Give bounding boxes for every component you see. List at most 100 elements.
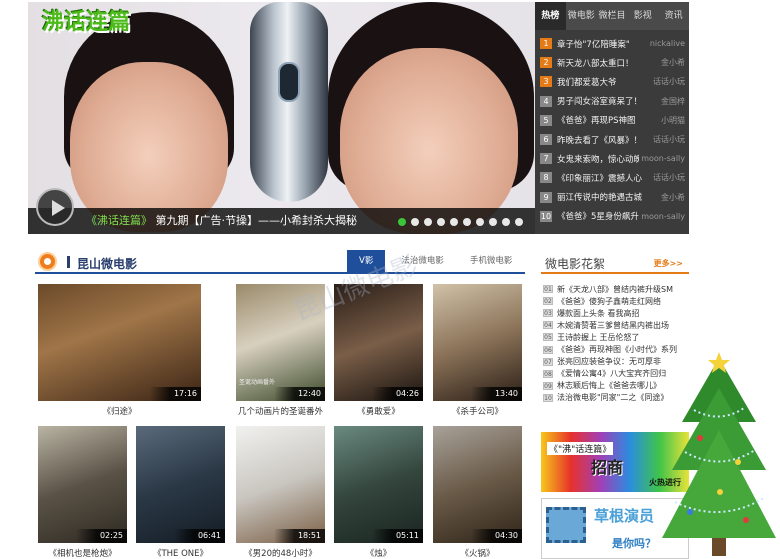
- behind-scenes-title: 法治微电影"同家"二之《同途》: [557, 393, 669, 403]
- video-thumbnail[interactable]: 18:51: [236, 426, 325, 543]
- hot-item-user: moon-sally: [641, 211, 685, 221]
- behind-scenes-item[interactable]: 10 法治微电影"同家"二之《同途》: [543, 392, 693, 404]
- video-thumbnail[interactable]: 05:11: [334, 426, 423, 543]
- video-duration: 18:51: [273, 529, 325, 543]
- side-header: 微电影花絮 更多>>: [541, 250, 689, 274]
- video-title[interactable]: 《烛》: [334, 547, 423, 559]
- slide-dot[interactable]: [463, 218, 471, 226]
- ad-banner-actor[interactable]: 草根演员 是你吗？: [541, 498, 689, 559]
- behind-scenes-item[interactable]: 08 《爱情公寓4》八大宝宾齐回归: [543, 368, 693, 380]
- video-title[interactable]: 《火锅》: [433, 547, 522, 559]
- hot-list-item[interactable]: 3 我们都爱葛大爷 话话小玩: [540, 72, 685, 91]
- hot-list-item[interactable]: 5 《爸爸》再现PS神图 小明猫: [540, 111, 685, 130]
- rank-badge: 7: [540, 153, 552, 165]
- video-card[interactable]: 06:41 《THE ONE》: [136, 426, 225, 559]
- slide-dot[interactable]: [489, 218, 497, 226]
- video-thumbnail[interactable]: 06:41: [136, 426, 225, 543]
- video-duration: 06:41: [173, 529, 225, 543]
- video-card[interactable]: 02:25 《相机也是枪炮》: [38, 426, 127, 559]
- behind-scenes-title: 木婉清赞著三爹曾结黑内裤出场: [557, 320, 669, 330]
- slide-dot[interactable]: [411, 218, 419, 226]
- hot-list-item[interactable]: 9 丽江传说中的艳遇古城 金小希: [540, 188, 685, 207]
- video-title[interactable]: 《THE ONE》: [136, 547, 225, 559]
- video-thumbnail[interactable]: 04:30: [433, 426, 522, 543]
- behind-scenes-item[interactable]: 03 爆款面上头条 看我高招: [543, 307, 693, 319]
- slide-dot[interactable]: [437, 218, 445, 226]
- more-link[interactable]: 更多>>: [654, 258, 683, 269]
- hot-item-user: 小明猫: [661, 115, 685, 125]
- item-number-badge: 08: [543, 369, 553, 378]
- slide-dot[interactable]: [450, 218, 458, 226]
- ad-banner-recruit[interactable]: 《"沸"话连篇》 招商 火热进行: [541, 432, 689, 492]
- video-title[interactable]: 几个动画片的圣诞番外: [236, 405, 325, 417]
- item-number-badge: 09: [543, 381, 553, 390]
- behind-scenes-item[interactable]: 01 新《天龙八部》曾结内裤升级SM: [543, 283, 693, 295]
- video-thumbnail[interactable]: 13:40: [433, 284, 522, 401]
- item-number-badge: 01: [543, 285, 553, 294]
- video-card[interactable]: 18:51 《男20的48小时》: [236, 426, 325, 559]
- tab-news[interactable]: 资讯: [658, 2, 689, 30]
- video-card[interactable]: 05:11 《烛》: [334, 426, 423, 559]
- play-icon[interactable]: [36, 188, 74, 226]
- item-number-badge: 03: [543, 309, 553, 318]
- behind-scenes-list: 01 新《天龙八部》曾结内裤升级SM 02 《爸爸》傻狗子鑫萌走红网络 03 爆款面上头条…: [543, 283, 693, 404]
- hot-item-title: 章子怡"7亿陪睡案": [557, 39, 630, 50]
- ad-banner-actor-title: 草根演员: [594, 507, 655, 525]
- video-title[interactable]: 《归途》: [38, 405, 201, 417]
- behind-scenes-item[interactable]: 07 张亮回应装爸争议：无可厚非: [543, 356, 693, 368]
- video-card[interactable]: 04:30 《火锅》: [433, 426, 522, 559]
- item-number-badge: 02: [543, 297, 553, 306]
- ad-banner-actor-sub: 是你吗？: [612, 537, 656, 550]
- video-title[interactable]: 《勇敢爱》: [334, 405, 423, 417]
- video-card[interactable]: 17:16 《归途》: [38, 284, 201, 417]
- slide-dots: [398, 218, 523, 226]
- behind-scenes-item[interactable]: 05 王诗龄握上 王岳伦怒了: [543, 331, 693, 343]
- hot-list-item[interactable]: 4 男子闯女浴室竟呆了！ 金国梓: [540, 92, 685, 111]
- behind-scenes-item[interactable]: 09 林志颖后悔上《爸爸去哪儿》: [543, 380, 693, 392]
- hot-list-item[interactable]: 6 昨晚去看了《风暴》！ 话话小玩: [540, 130, 685, 149]
- hot-item-title: 《爸爸》再现PS神图: [557, 116, 636, 127]
- video-title[interactable]: 《男20的48小时》: [236, 547, 325, 559]
- behind-scenes-item[interactable]: 02 《爸爸》傻狗子鑫萌走红网络: [543, 295, 693, 307]
- slide-dot[interactable]: [515, 218, 523, 226]
- rank-badge: 3: [540, 76, 552, 88]
- behind-scenes-title: 《爱情公寓4》八大宝宾齐回归: [557, 369, 667, 379]
- hot-item-user: nickalive: [649, 39, 685, 49]
- behind-scenes-title: 王诗龄握上 王岳伦怒了: [557, 332, 640, 342]
- hot-list-item[interactable]: 8 《印象丽江》震撼人心 话话小玩: [540, 168, 685, 187]
- slide-dot[interactable]: [398, 218, 406, 226]
- hot-item-title: 新天龙八部太重口！: [557, 58, 634, 69]
- tab-mobile-film[interactable]: 手机微电影: [460, 250, 523, 272]
- video-thumbnail[interactable]: 17:16: [38, 284, 201, 401]
- hot-item-user: 话话小玩: [653, 77, 685, 87]
- tab-hot[interactable]: 热榜: [535, 2, 566, 30]
- hero-caption-text: 第九期【广告·节操】——小希封杀大揭秘: [155, 214, 358, 227]
- behind-scenes-item[interactable]: 06 《爸爸》再现神图《小时代》系列: [543, 343, 693, 355]
- hot-list-item[interactable]: 1 章子怡"7亿陪睡案" nickalive: [540, 34, 685, 53]
- slide-dot[interactable]: [424, 218, 432, 226]
- rank-badge: 6: [540, 134, 552, 146]
- hot-list-item[interactable]: 7 女鬼来索吻，惊心动魄 moon-sally: [540, 149, 685, 168]
- hero-banner[interactable]: 沸话连篇 《沸话连篇》 第九期【广告·节操】——小希封杀大揭秘: [28, 2, 535, 234]
- section-title: 昆山微电影: [66, 256, 138, 271]
- slide-dot[interactable]: [502, 218, 510, 226]
- tab-film-tv[interactable]: 影视: [627, 2, 658, 30]
- video-title[interactable]: 《杀手公司》: [433, 405, 522, 417]
- hot-list-item[interactable]: 10 《爸爸》5星身份飙升 moon-sally: [540, 207, 685, 226]
- hero-product-button: [278, 62, 300, 102]
- video-card[interactable]: 13:40 《杀手公司》: [433, 284, 522, 417]
- slide-dot[interactable]: [476, 218, 484, 226]
- tab-micro-film[interactable]: 微电影: [566, 2, 597, 30]
- hot-item-user: 话话小玩: [653, 135, 685, 145]
- hot-list-item[interactable]: 2 新天龙八部太重口！ 金小希: [540, 53, 685, 72]
- video-thumbnail[interactable]: 02:25: [38, 426, 127, 543]
- hero-caption[interactable]: 《沸话连篇》 第九期【广告·节操】——小希封杀大揭秘: [86, 212, 357, 228]
- video-title[interactable]: 《相机也是枪炮》: [38, 547, 127, 559]
- item-number-badge: 04: [543, 321, 553, 330]
- hero-image-right-face: [340, 48, 518, 234]
- film-strip-icon: [546, 507, 586, 543]
- tab-micro-column[interactable]: 微栏目: [597, 2, 628, 30]
- behind-scenes-item[interactable]: 04 木婉清赞著三爹曾结黑内裤出场: [543, 319, 693, 331]
- behind-scenes-title: 新《天龙八部》曾结内裤升级SM: [557, 284, 673, 294]
- hot-item-title: 男子闯女浴室竟呆了！: [557, 97, 643, 108]
